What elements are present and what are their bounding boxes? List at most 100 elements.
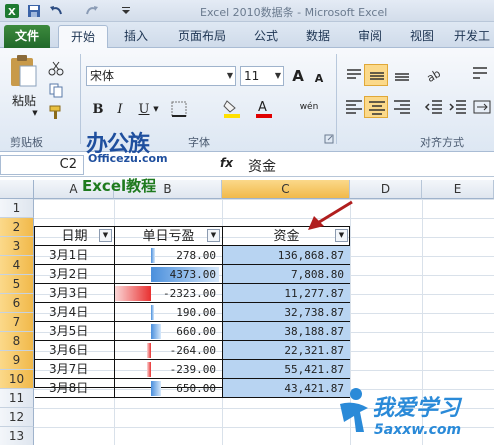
merge-center-icon[interactable]	[472, 98, 492, 116]
row-header[interactable]: 7	[0, 313, 34, 332]
filter-dropdown-icon[interactable]: ▼	[207, 229, 220, 242]
funds-cell[interactable]: 136,868.87	[223, 246, 350, 265]
tab-file[interactable]: 文件	[4, 25, 50, 48]
daily-cell[interactable]: 278.00	[115, 246, 223, 265]
date-cell[interactable]: 3月8日	[35, 379, 115, 398]
row-header[interactable]: 1	[0, 199, 34, 218]
insert-function-button[interactable]: fx	[220, 156, 233, 170]
tab-home[interactable]: 开始	[58, 25, 108, 48]
font-name-select[interactable]: 宋体 ▼	[86, 66, 236, 86]
date-cell[interactable]: 3月1日	[35, 246, 115, 265]
wrap-text-icon[interactable]	[470, 64, 490, 84]
date-cell[interactable]: 3月6日	[35, 341, 115, 360]
decrease-indent-icon[interactable]	[424, 98, 444, 116]
format-painter-icon[interactable]	[48, 104, 64, 120]
filter-dropdown-icon[interactable]: ▼	[99, 229, 112, 242]
tab-page-layout[interactable]: 页面布局	[166, 25, 238, 48]
date-cell[interactable]: 3月7日	[35, 360, 115, 379]
daily-cell[interactable]: 4373.00	[115, 265, 223, 284]
chevron-down-icon[interactable]: ▼	[152, 102, 160, 116]
paste-icon[interactable]	[8, 54, 38, 88]
header-label: 资金	[273, 229, 300, 244]
redo-icon[interactable]	[84, 3, 100, 19]
row-header[interactable]: 6	[0, 294, 34, 313]
header-label: 单日亏盈	[142, 229, 195, 244]
font-color-icon[interactable]: A	[254, 98, 276, 118]
shrink-font-button[interactable]: A	[312, 70, 326, 86]
formula-input[interactable]: 资金	[248, 156, 276, 176]
save-icon[interactable]	[26, 3, 42, 19]
align-top-icon[interactable]	[344, 66, 364, 84]
borders-icon[interactable]	[170, 100, 192, 118]
copy-icon[interactable]	[48, 82, 64, 98]
daily-cell[interactable]: -239.00	[115, 360, 223, 379]
daily-cell[interactable]: -2323.00	[114, 284, 223, 303]
daily-cell[interactable]: 660.00	[115, 322, 223, 341]
funds-cell[interactable]: 38,188.87	[223, 322, 350, 341]
align-bottom-icon[interactable]	[392, 66, 412, 84]
row-header[interactable]: 13	[0, 427, 34, 445]
fill-color-icon[interactable]	[222, 98, 244, 118]
daily-value: 660.00	[176, 325, 216, 338]
row-header[interactable]: 9	[0, 351, 34, 370]
grow-font-button[interactable]: A	[290, 66, 306, 86]
increase-indent-icon[interactable]	[448, 98, 468, 116]
bold-button[interactable]: B	[90, 100, 106, 118]
clipboard-group-label: 剪贴板	[10, 136, 43, 149]
paste-button[interactable]: 粘贴	[8, 92, 40, 108]
funds-cell[interactable]: 22,321.87	[223, 341, 350, 360]
row-header[interactable]: 2	[0, 218, 34, 237]
tab-review[interactable]: 审阅	[348, 25, 392, 48]
font-size-select[interactable]: 11 ▼	[240, 66, 284, 86]
name-box[interactable]: C2	[0, 155, 84, 175]
ribbon: 粘贴 ▼ 剪贴板 宋体 ▼ 11 ▼ A A B I U ▼ A wén 字体 …	[0, 48, 494, 152]
tab-formulas[interactable]: 公式	[244, 25, 288, 48]
funds-cell[interactable]: 11,277.87	[223, 284, 350, 303]
row-header[interactable]: 3	[0, 237, 34, 256]
daily-cell[interactable]: 190.00	[115, 303, 223, 322]
underline-button[interactable]: U	[136, 100, 152, 118]
row-header[interactable]: 4	[0, 256, 34, 275]
tab-view[interactable]: 视图	[400, 25, 444, 48]
row-header[interactable]: 10	[0, 370, 34, 389]
daily-cell[interactable]: -264.00	[115, 341, 223, 360]
italic-button[interactable]: I	[112, 100, 128, 118]
site-url: 5axxw.com	[374, 422, 462, 438]
table-header-date[interactable]: 日期 ▼	[35, 227, 115, 246]
row-header[interactable]: 8	[0, 332, 34, 351]
cut-icon[interactable]	[48, 60, 64, 76]
table-header-daily[interactable]: 单日亏盈 ▼	[115, 227, 223, 246]
customize-icon[interactable]	[118, 3, 134, 19]
align-left-icon[interactable]	[344, 98, 364, 116]
tab-data[interactable]: 数据	[296, 25, 340, 48]
daily-value: 650.00	[176, 382, 216, 395]
funds-cell[interactable]: 7,808.80	[223, 265, 350, 284]
font-group-label: 字体	[188, 136, 210, 149]
daily-cell[interactable]: 650.00	[115, 379, 223, 398]
ribbon-tabs: 文件 开始 插入 页面布局 公式 数据 审阅 视图 开发工	[0, 22, 494, 48]
align-right-icon[interactable]	[392, 98, 412, 116]
row-header[interactable]: 11	[0, 389, 34, 408]
undo-icon[interactable]	[48, 3, 64, 19]
watermark-url: Officezu.com	[88, 152, 168, 165]
row-header[interactable]: 12	[0, 408, 34, 427]
column-header-d[interactable]: D	[350, 180, 422, 199]
dialog-launcher-icon[interactable]	[324, 134, 334, 144]
tab-insert[interactable]: 插入	[114, 25, 158, 48]
align-middle-button[interactable]	[364, 64, 388, 86]
funds-cell[interactable]: 55,421.87	[223, 360, 350, 379]
date-cell[interactable]: 3月2日	[35, 265, 115, 284]
align-center-button[interactable]	[364, 96, 388, 118]
orientation-icon[interactable]: ab	[424, 64, 448, 84]
tab-developer[interactable]: 开发工	[450, 25, 494, 48]
phonetic-button[interactable]: wén	[296, 98, 322, 116]
column-header-e[interactable]: E	[422, 180, 494, 199]
date-cell[interactable]: 3月5日	[35, 322, 115, 341]
select-all-corner[interactable]	[0, 180, 34, 199]
date-cell[interactable]: 3月4日	[35, 303, 115, 322]
funds-cell[interactable]: 43,421.87	[223, 379, 350, 398]
row-header[interactable]: 5	[0, 275, 34, 294]
date-cell[interactable]: 3月3日	[35, 284, 115, 303]
paste-dropdown-icon[interactable]: ▼	[30, 108, 40, 118]
funds-cell[interactable]: 32,738.87	[223, 303, 350, 322]
